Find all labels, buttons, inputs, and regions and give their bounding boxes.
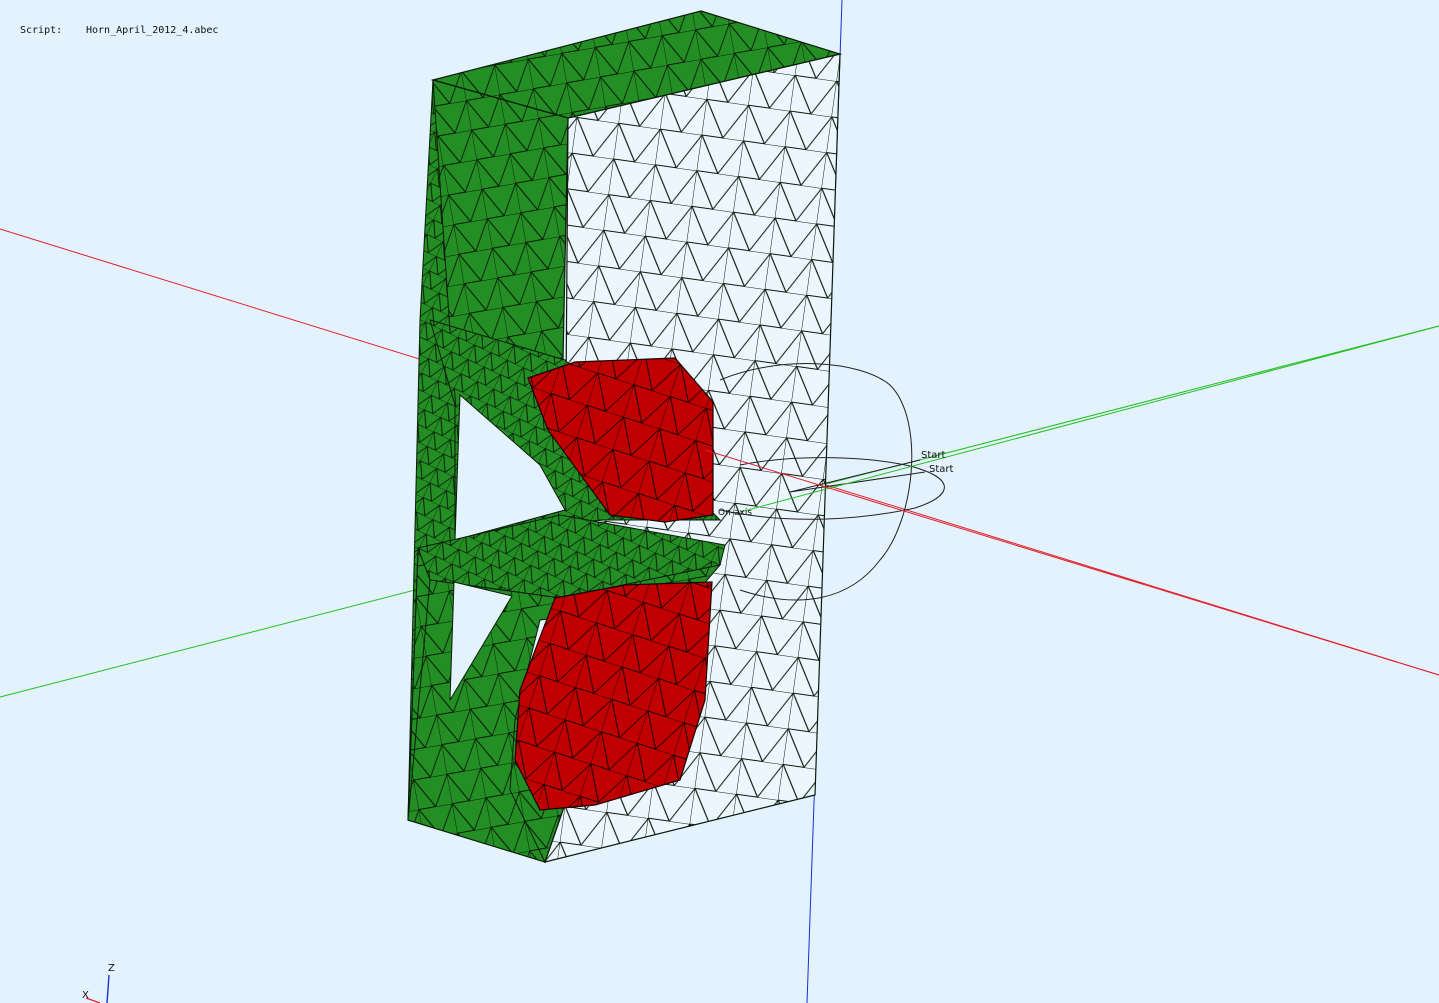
start-label-2: Start (929, 464, 954, 475)
script-label: Script: (20, 25, 63, 36)
triad-z-axis (106, 974, 110, 1003)
3d-viewport[interactable]: Start Start On-axis Z X Script: Horn_Apr… (0, 0, 1439, 1003)
triad-z-label: Z (108, 963, 115, 974)
scene-canvas[interactable]: Start Start On-axis Z X (0, 0, 1439, 1003)
y-axis-front (739, 325, 1439, 513)
script-filename: Horn_April_2012_4.abec (86, 25, 219, 36)
triad-x-label: X (82, 990, 89, 1001)
axis-triad: Z X (82, 963, 115, 1003)
start-label-1: Start (921, 450, 946, 461)
on-axis-label: On-axis (718, 508, 752, 518)
horn-enclosure-mesh[interactable] (407, 10, 843, 863)
